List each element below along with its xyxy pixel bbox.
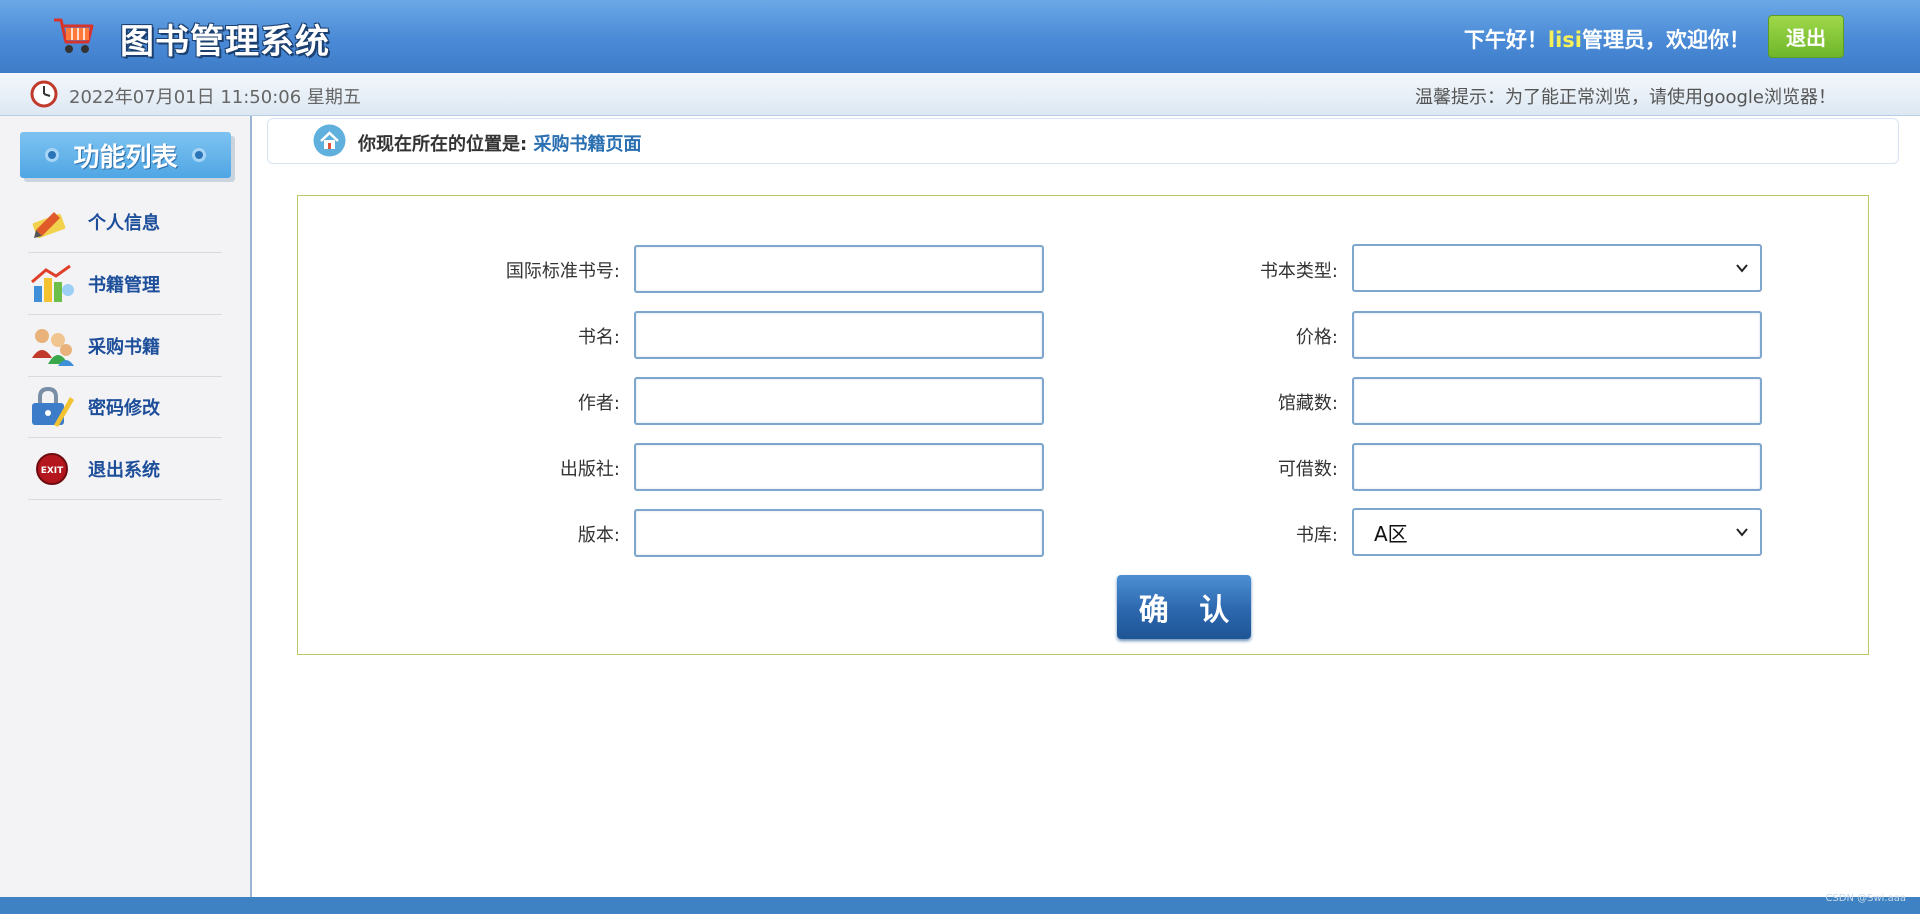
pencil-note-icon <box>32 212 66 239</box>
sidebar-item-purchase-books[interactable]: 采购书籍 <box>28 316 222 377</box>
price-input[interactable] <box>1352 311 1762 359</box>
breadcrumb-prefix: 你现在所在的位置是: <box>358 134 528 155</box>
book-type-label: 书本类型: <box>1259 261 1338 282</box>
exit-icon: EXIT <box>36 453 68 485</box>
lock-pencil-icon <box>32 386 74 427</box>
sidebar-item-exit[interactable]: EXIT 退出系统 <box>28 439 222 500</box>
users-group-icon <box>32 329 74 366</box>
footer-bar <box>0 897 1920 914</box>
greeting-prefix: 下午好！ <box>1463 28 1548 52</box>
username: lisi <box>1547 28 1582 52</box>
logout-button[interactable]: 退出 <box>1768 15 1844 58</box>
sidebar-item-label: 个人信息 <box>88 213 160 234</box>
borrowable-count-label: 可借数: <box>1277 459 1338 480</box>
current-datetime: 2022年07月01日 11:50:06 星期五 <box>69 87 361 108</box>
isbn-label: 国际标准书号: <box>505 261 620 282</box>
shopping-cart-icon <box>54 18 94 53</box>
borrowable-count-input[interactable] <box>1352 443 1762 491</box>
book-name-label: 书名: <box>577 327 620 348</box>
greeting: 下午好！lisi管理员，欢迎你！ <box>1464 24 1750 54</box>
chevron-down-icon <box>1736 528 1748 537</box>
library-select[interactable]: A区 <box>1352 508 1762 556</box>
library-label: 书库: <box>1295 525 1338 546</box>
collection-count-input[interactable] <box>1352 377 1762 425</box>
author-input[interactable] <box>634 377 1044 425</box>
sidebar-item-label: 采购书籍 <box>88 337 160 358</box>
sidebar-item-label: 密码修改 <box>88 398 160 419</box>
function-list-heading: 功能列表 <box>20 132 231 178</box>
sidebar-item-book-management[interactable]: 书籍管理 <box>28 254 222 315</box>
function-list-title: 功能列表 <box>73 142 178 173</box>
book-name-input[interactable] <box>634 311 1044 359</box>
sidebar-item-label: 退出系统 <box>88 460 160 481</box>
svg-text:EXIT: EXIT <box>41 466 64 476</box>
author-label: 作者: <box>577 393 620 414</box>
app-title: 图书管理系统 <box>120 22 330 62</box>
chevron-down-icon <box>1736 264 1748 273</box>
edition-label: 版本: <box>577 525 620 546</box>
confirm-button[interactable]: 确 认 <box>1117 575 1251 639</box>
clock-icon <box>30 80 58 108</box>
library-selected: A区 <box>1374 521 1408 546</box>
sidebar-item-label: 书籍管理 <box>88 275 160 296</box>
book-type-select[interactable] <box>1352 244 1762 292</box>
sidebar-item-profile[interactable]: 个人信息 <box>28 192 222 253</box>
price-label: 价格: <box>1295 327 1338 348</box>
publisher-input[interactable] <box>634 443 1044 491</box>
breadcrumb-current[interactable]: 采购书籍页面 <box>533 134 641 155</box>
collection-count-label: 馆藏数: <box>1277 393 1338 414</box>
edition-input[interactable] <box>634 509 1044 557</box>
sidebar-item-change-password[interactable]: 密码修改 <box>28 377 222 438</box>
isbn-input[interactable] <box>634 245 1044 293</box>
breadcrumb-text: 你现在所在的位置是: 采购书籍页面 <box>358 130 641 156</box>
bullet-icon <box>45 148 60 162</box>
bullet-icon <box>191 148 206 162</box>
greeting-suffix: 管理员，欢迎你！ <box>1582 28 1750 52</box>
watermark: CSDN @Swi.aaa <box>1825 893 1906 904</box>
home-icon <box>313 124 346 157</box>
publisher-label: 出版社: <box>559 459 620 480</box>
browser-tip: 温馨提示：为了能正常浏览，请使用google浏览器！ <box>1415 87 1836 108</box>
books-chart-icon <box>31 264 74 302</box>
